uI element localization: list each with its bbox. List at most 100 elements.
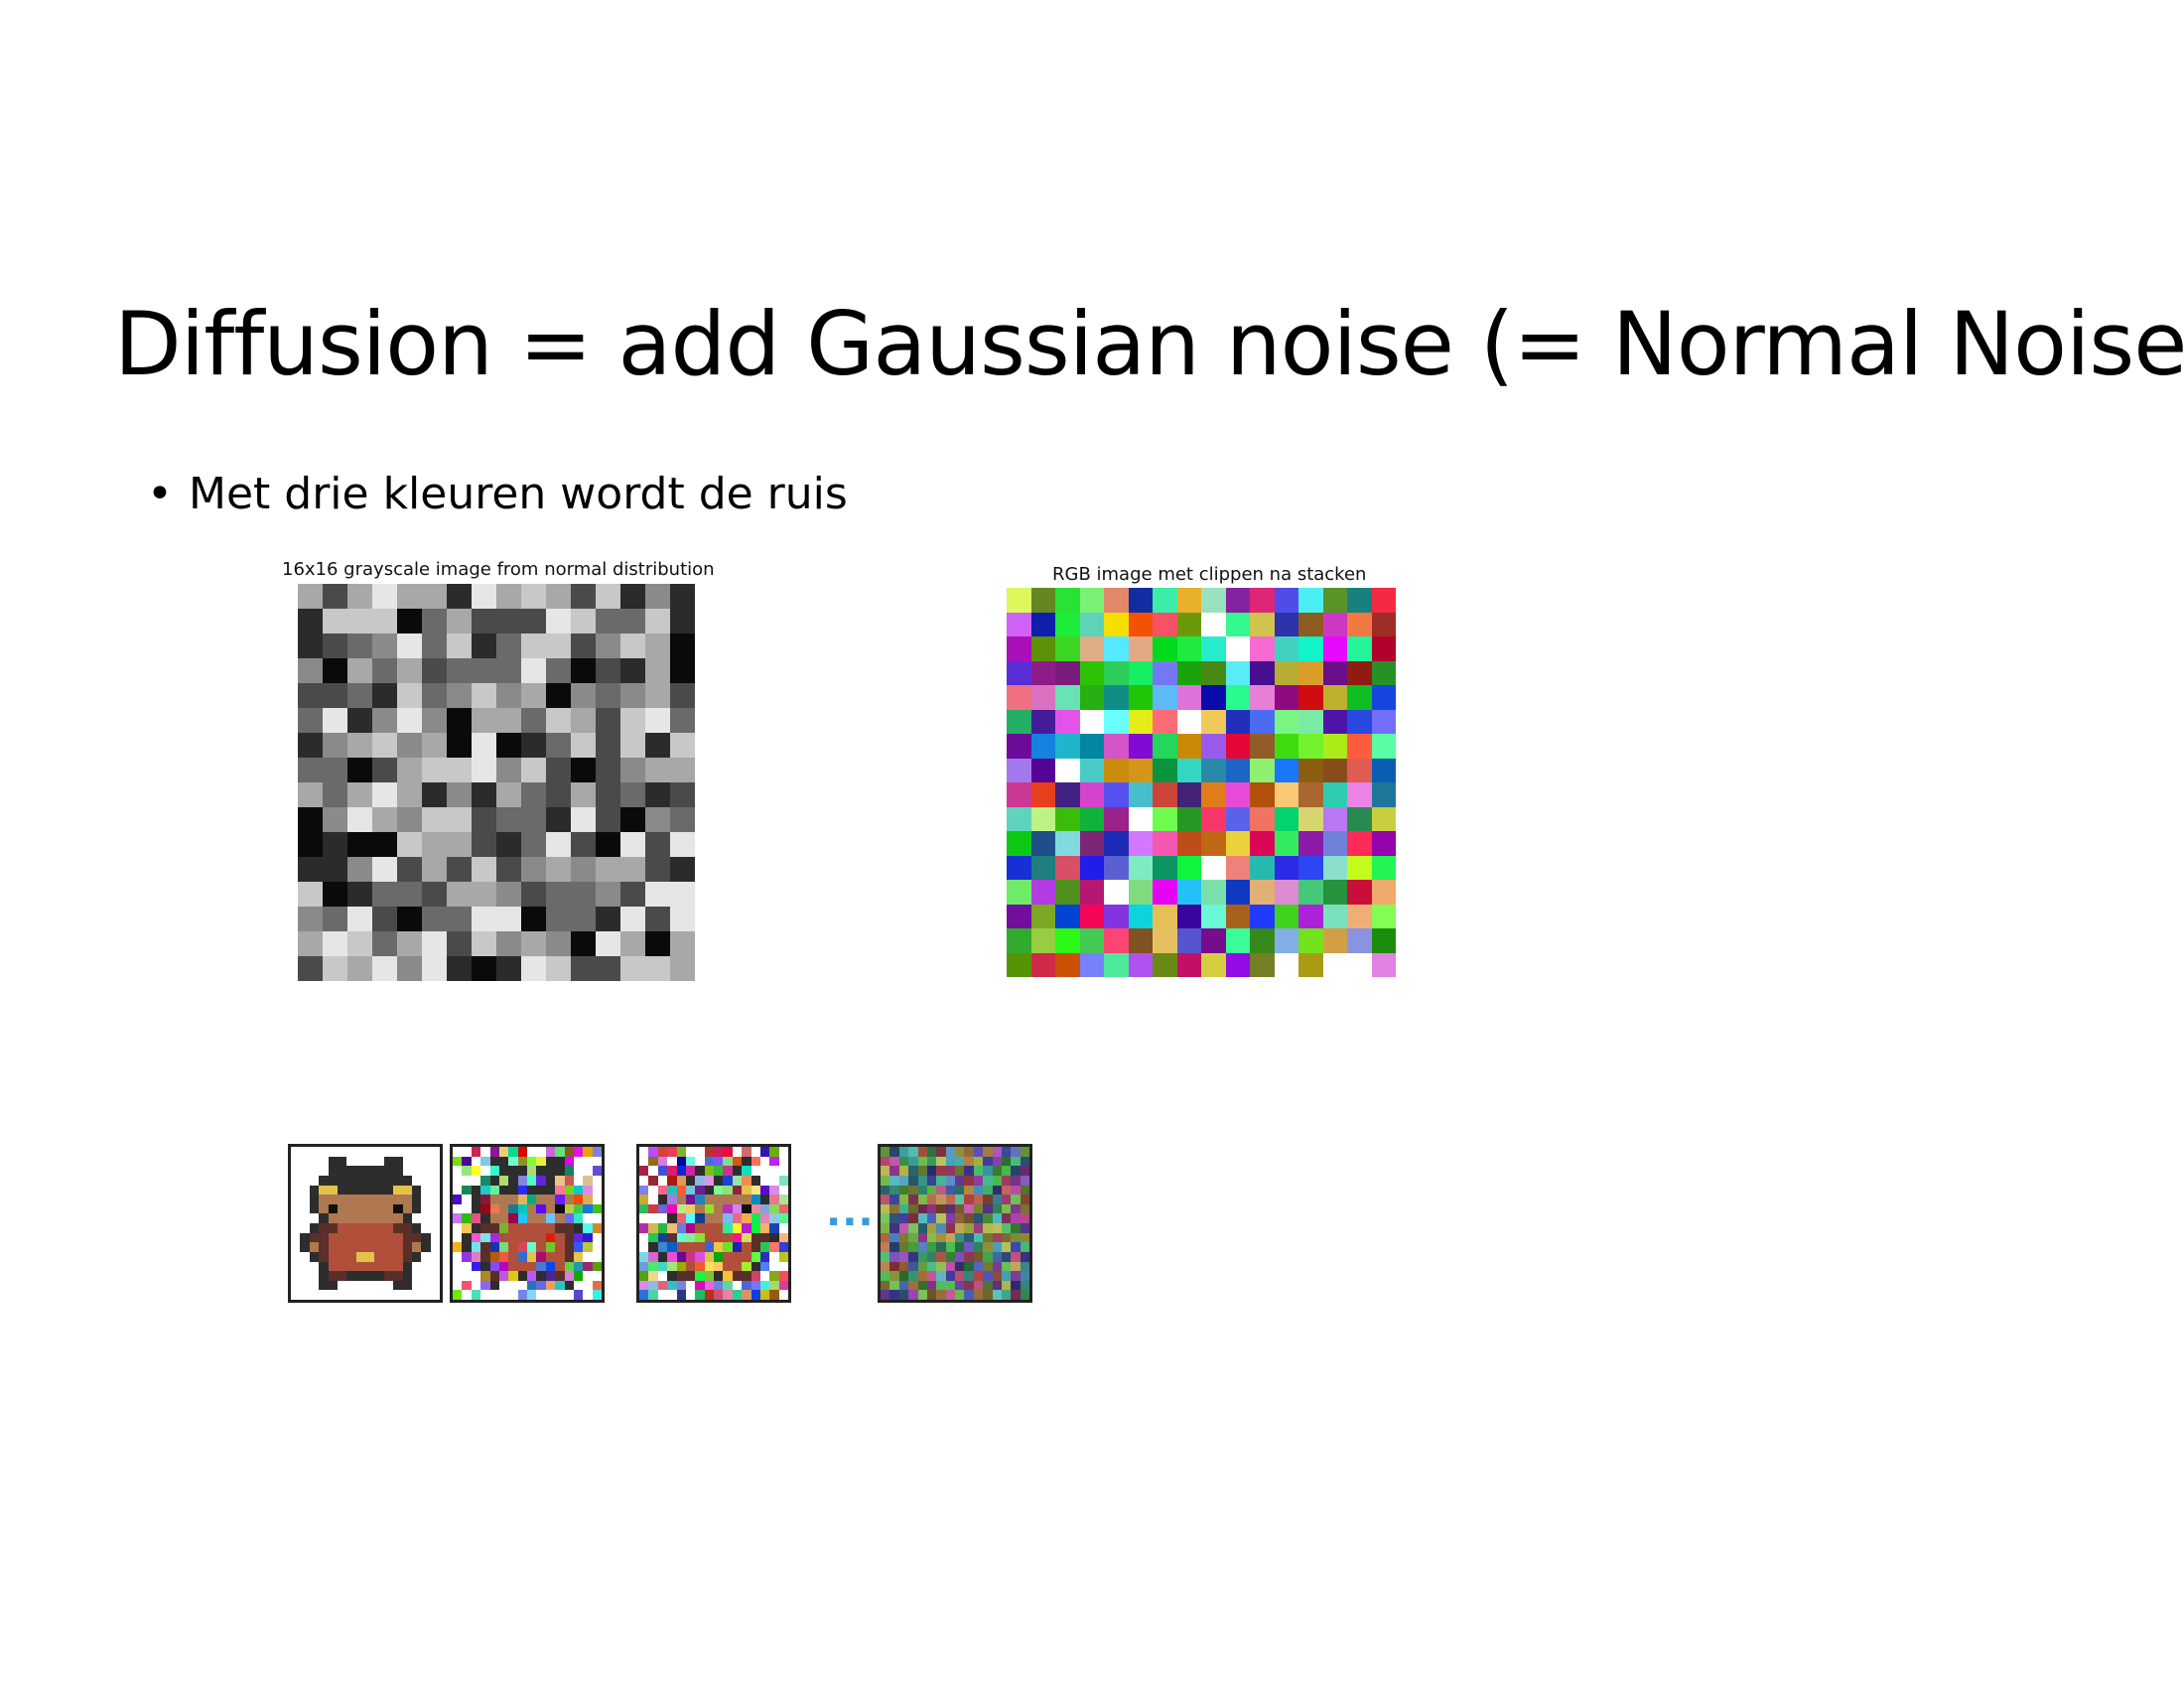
noise-pixel [545,1223,556,1233]
noise-pixel [973,1223,984,1233]
bullet-item: • Met drie kleuren wordt de ruis [147,467,848,522]
noise-pixel [411,1251,422,1262]
noise-pixel [300,1271,310,1281]
noise-pixel [374,1213,384,1223]
noise-pixel [527,1175,537,1186]
noise-pixel [365,1280,375,1291]
noise-pixel [347,733,372,758]
noise-pixel [908,1261,918,1272]
noise-pixel [881,1280,890,1291]
noise-pixel [667,1280,677,1291]
noise-pixel [769,1195,779,1204]
noise-pixel [1347,904,1372,928]
noise-pixel [759,1147,770,1157]
noise-pixel [472,931,496,956]
noise-pixel [1001,1147,1012,1157]
noise-pixel [489,1242,499,1252]
noise-pixel [355,1195,365,1204]
noise-pixel [592,1242,602,1252]
noise-pixel [355,1213,365,1223]
noise-pixel [936,1261,946,1272]
noise-pixel [926,1223,937,1233]
noise-pixel [964,1261,974,1272]
noise-pixel [374,1203,384,1214]
noise-pixel [983,1271,993,1281]
noise-pixel [337,1232,347,1243]
noise-pixel [732,1147,743,1157]
noise-pixel [992,1242,1002,1252]
noise-pixel [347,609,372,633]
noise-pixel [521,708,546,733]
noise-pixel [1055,904,1080,928]
noise-pixel [620,857,645,882]
noise-pixel [889,1251,899,1262]
noise-pixel [955,1147,965,1157]
noise-pixel [453,1232,463,1243]
noise-pixel [1225,612,1250,636]
noise-pixel [676,1195,686,1204]
noise-pixel [480,1242,490,1252]
noise-pixel [346,1147,356,1157]
noise-pixel [411,1213,422,1223]
noise-pixel [527,1280,537,1291]
noise-pixel [596,584,620,609]
noise-pixel [393,1156,403,1167]
noise-pixel [1225,709,1250,734]
noise-pixel [1298,855,1323,880]
noise-pixel [676,1261,686,1272]
noise-pixel [704,1185,714,1196]
noise-pixel [955,1195,965,1204]
noise-pixel [657,1232,668,1243]
noise-pixel [521,832,546,857]
noise-pixel [645,733,670,758]
noise-pixel [1176,782,1201,807]
noise-pixel [521,733,546,758]
noise-pixel [592,1166,602,1176]
noise-pixel [397,956,422,981]
noise-pixel [667,1213,677,1223]
noise-pixel [536,1156,546,1167]
noise-pixel [521,907,546,931]
noise-pixel [545,1166,556,1176]
noise-pixel [704,1223,714,1233]
noise-pixel [1274,928,1298,953]
noise-pixel [1128,831,1153,856]
noise-pixel [347,683,372,708]
noise-pixel [346,1290,356,1300]
noise-pixel [964,1185,974,1196]
noise-pixel [1298,904,1323,928]
noise-pixel [1020,1280,1029,1291]
noise-pixel [704,1280,714,1291]
noise-pixel [291,1166,301,1176]
noise-pixel [462,1232,472,1243]
noise-pixel [323,956,347,981]
grayscale-figure-title: 16x16 grayscale image from normal distri… [282,559,715,580]
noise-pixel [945,1195,955,1204]
noise-pixel [1322,880,1347,905]
noise-pixel [936,1223,946,1233]
noise-pixel [555,1261,565,1272]
noise-pixel [751,1223,760,1233]
noise-pixel [695,1213,705,1223]
noise-pixel [992,1203,1002,1214]
noise-pixel [328,1223,338,1233]
noise-pixel [471,1271,481,1281]
noise-pixel [992,1147,1002,1157]
noise-pixel [300,1242,310,1252]
noise-pixel [695,1147,705,1157]
noise-pixel [1298,952,1323,977]
noise-pixel [462,1156,472,1167]
noise-pixel [592,1261,602,1272]
noise-pixel [1030,880,1055,905]
noise-pixel [564,1290,574,1300]
noise-pixel [592,1232,602,1243]
noise-pixel [374,1271,384,1281]
noise-pixel [471,1213,481,1223]
noise-pixel [1298,734,1323,759]
noise-pixel [769,1232,779,1243]
noise-pixel [402,1242,412,1252]
noise-pixel [571,882,596,907]
noise-pixel [881,1232,890,1243]
noise-pixel [1030,709,1055,734]
noise-pixel [1153,880,1177,905]
